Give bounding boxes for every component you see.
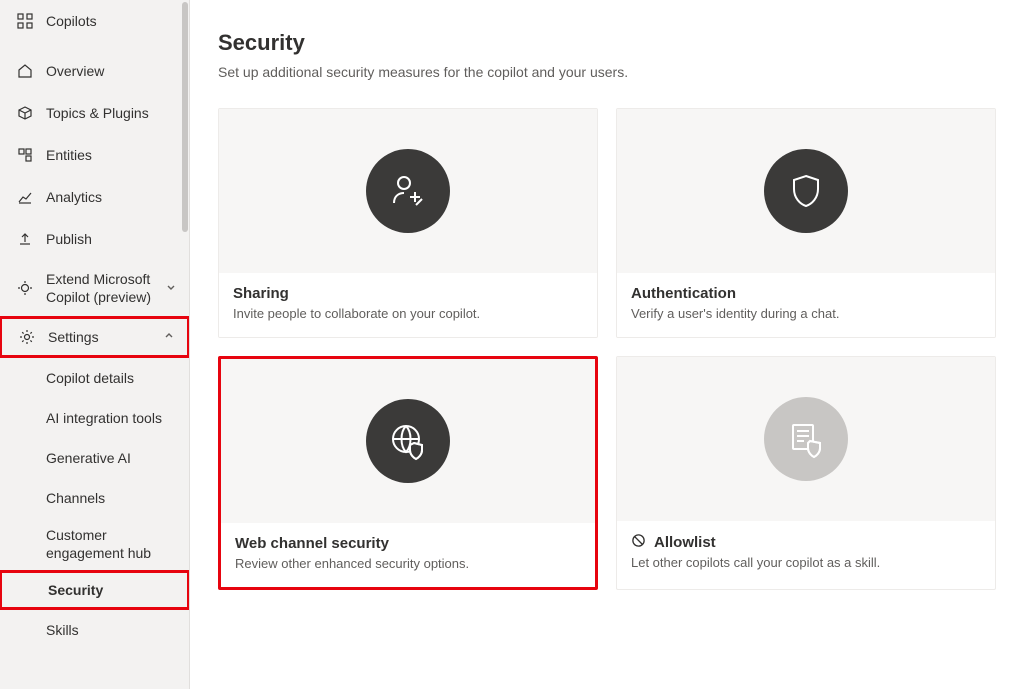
gear-icon [18,328,36,346]
sidebar-item-label: Channels [46,490,105,506]
card-desc: Invite people to collaborate on your cop… [233,306,583,321]
globe-shield-icon [366,399,450,483]
grid-icon [16,12,34,30]
box-icon [16,104,34,122]
block-icon [631,533,646,551]
card-authentication[interactable]: Authentication Verify a user's identity … [616,108,996,338]
card-allowlist[interactable]: Allowlist Let other copilots call your c… [616,356,996,590]
sidebar-item-label: Topics & Plugins [46,105,149,121]
card-grid: Sharing Invite people to collaborate on … [218,108,1004,590]
card-body: Authentication Verify a user's identity … [617,273,995,337]
sidebar-item-ai-integration[interactable]: AI integration tools [0,398,189,438]
card-hero [221,359,595,523]
sidebar-item-label: Overview [46,63,104,79]
entities-icon [16,146,34,164]
list-shield-icon [764,397,848,481]
sidebar-item-generative-ai[interactable]: Generative AI [0,438,189,478]
sidebar-item-ce-hub[interactable]: Customer engagement hub [0,518,189,570]
sidebar-item-channels[interactable]: Channels [0,478,189,518]
sidebar-item-label: Copilots [46,13,97,29]
card-hero [617,109,995,273]
sidebar-item-entities[interactable]: Entities [0,134,189,176]
sidebar-item-label: Security [48,582,103,598]
sidebar-item-overview[interactable]: Overview [0,50,189,92]
sidebar-item-label: Customer engagement hub [46,526,177,562]
card-desc: Let other copilots call your copilot as … [631,555,981,570]
sidebar-item-label: Generative AI [46,450,131,466]
sidebar-item-label: Entities [46,147,92,163]
sidebar-item-extend[interactable]: Extend Microsoft Copilot (preview) [0,260,189,316]
sidebar-item-label: Publish [46,231,92,247]
card-title: Sharing [233,285,583,302]
card-body: Allowlist Let other copilots call your c… [617,521,995,586]
page-subtitle: Set up additional security measures for … [218,64,1004,80]
card-body: Web channel security Review other enhanc… [221,523,595,587]
card-title: Allowlist [654,534,716,551]
card-desc: Review other enhanced security options. [235,556,581,571]
share-icon [366,149,450,233]
page-title: Security [218,30,1004,56]
sidebar-item-label: Settings [48,329,99,345]
card-body: Sharing Invite people to collaborate on … [219,273,597,337]
sidebar-item-label: Analytics [46,189,102,205]
card-web-channel-security[interactable]: Web channel security Review other enhanc… [218,356,598,590]
shield-icon [764,149,848,233]
card-hero [219,109,597,273]
chevron-down-icon [165,280,177,296]
sidebar-item-publish[interactable]: Publish [0,218,189,260]
sidebar-scrollbar[interactable] [181,0,189,689]
card-hero [617,357,995,521]
scrollbar-thumb[interactable] [182,2,188,232]
chart-icon [16,188,34,206]
main-content: Security Set up additional security meas… [190,0,1032,689]
upload-icon [16,230,34,248]
sidebar-item-label: Copilot details [46,370,134,386]
plugin-icon [16,279,34,297]
sidebar: Copilots Overview Topics & Plugins Entit… [0,0,190,689]
sidebar-item-label: AI integration tools [46,410,162,426]
card-desc: Verify a user's identity during a chat. [631,306,981,321]
sidebar-item-copilot-details[interactable]: Copilot details [0,358,189,398]
sidebar-item-label: Skills [46,622,79,638]
card-sharing[interactable]: Sharing Invite people to collaborate on … [218,108,598,338]
sidebar-item-topics[interactable]: Topics & Plugins [0,92,189,134]
sidebar-item-security[interactable]: Security [0,570,190,610]
card-title: Authentication [631,285,981,302]
sidebar-item-settings[interactable]: Settings [0,316,190,358]
sidebar-item-label: Extend Microsoft Copilot (preview) [46,270,153,306]
card-title: Web channel security [235,535,581,552]
sidebar-item-analytics[interactable]: Analytics [0,176,189,218]
chevron-up-icon [163,329,175,345]
sidebar-item-copilots[interactable]: Copilots [0,0,189,42]
sidebar-item-skills[interactable]: Skills [0,610,189,650]
home-icon [16,62,34,80]
